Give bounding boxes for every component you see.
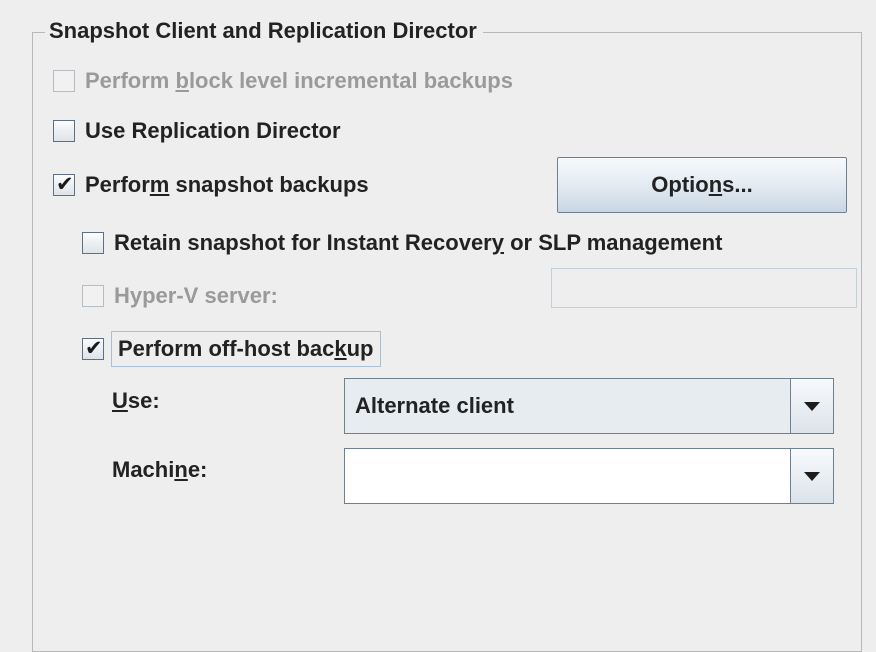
block-level-checkbox (53, 70, 75, 92)
block-level-label: Perform block level incremental backups (85, 68, 513, 93)
options-button[interactable]: Options... (557, 157, 847, 213)
machine-combobox[interactable] (344, 448, 834, 504)
machine-combobox-value[interactable] (345, 449, 791, 503)
use-label: Use: (112, 388, 160, 413)
checkmark-icon: ✔ (56, 173, 74, 196)
retain-snapshot-label: Retain snapshot for Instant Recovery or … (114, 230, 723, 255)
checkmark-icon: ✔ (85, 337, 103, 360)
snapshot-backups-label: Perform snapshot backups (85, 172, 369, 197)
retain-snapshot-checkbox-row[interactable]: Retain snapshot for Instant Recovery or … (82, 228, 722, 258)
replication-director-label: Use Replication Director (85, 118, 341, 143)
hyperv-checkbox (82, 285, 104, 307)
replication-director-checkbox-row[interactable]: Use Replication Director (53, 116, 341, 146)
snapshot-backups-checkbox-row[interactable]: ✔ Perform snapshot backups (53, 170, 369, 200)
offhost-checkbox[interactable]: ✔ (82, 337, 104, 360)
machine-label: Machine: (112, 457, 208, 482)
offhost-checkbox-row[interactable]: ✔ Perform off-host backup (82, 331, 381, 367)
use-combobox-value[interactable]: Alternate client (345, 379, 791, 433)
offhost-label: Perform off-host backup (111, 331, 381, 367)
replication-director-checkbox[interactable] (53, 120, 75, 142)
group-title: Snapshot Client and Replication Director (45, 16, 483, 46)
chevron-down-icon (804, 471, 820, 481)
snapshot-backups-checkbox[interactable]: ✔ (53, 173, 75, 196)
hyperv-server-field (551, 268, 857, 308)
use-dropdown-button[interactable] (791, 379, 833, 433)
hyperv-checkbox-row: Hyper-V server: (82, 281, 278, 311)
chevron-down-icon (804, 401, 820, 411)
hyperv-label: Hyper-V server: (114, 283, 278, 308)
options-button-label: Options... (651, 172, 753, 197)
machine-dropdown-button[interactable] (791, 449, 833, 503)
retain-snapshot-checkbox[interactable] (82, 232, 104, 254)
block-level-checkbox-row: Perform block level incremental backups (53, 66, 513, 96)
use-combobox[interactable]: Alternate client (344, 378, 834, 434)
